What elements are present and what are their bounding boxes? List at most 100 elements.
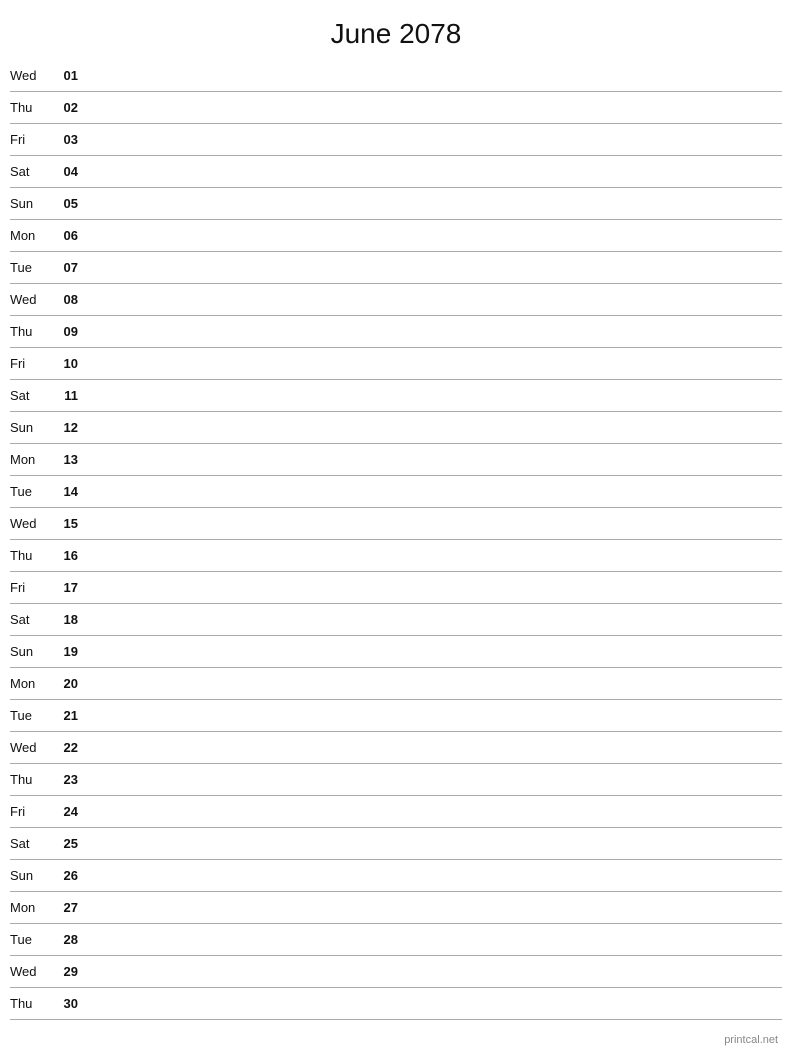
table-row: Tue07 — [10, 252, 782, 284]
day-line — [90, 811, 782, 812]
day-name: Thu — [10, 100, 50, 115]
day-line — [90, 171, 782, 172]
day-number: 13 — [50, 452, 78, 467]
table-row: Sun19 — [10, 636, 782, 668]
table-row: Sat11 — [10, 380, 782, 412]
day-line — [90, 299, 782, 300]
day-line — [90, 651, 782, 652]
day-number: 10 — [50, 356, 78, 371]
table-row: Wed15 — [10, 508, 782, 540]
day-number: 29 — [50, 964, 78, 979]
day-number: 15 — [50, 516, 78, 531]
table-row: Wed29 — [10, 956, 782, 988]
day-name: Wed — [10, 740, 50, 755]
day-name: Wed — [10, 964, 50, 979]
day-number: 26 — [50, 868, 78, 883]
day-number: 27 — [50, 900, 78, 915]
day-number: 11 — [50, 388, 78, 403]
day-number: 05 — [50, 196, 78, 211]
day-name: Thu — [10, 772, 50, 787]
day-line — [90, 107, 782, 108]
day-number: 03 — [50, 132, 78, 147]
day-name: Thu — [10, 996, 50, 1011]
table-row: Sat18 — [10, 604, 782, 636]
table-row: Tue14 — [10, 476, 782, 508]
day-number: 21 — [50, 708, 78, 723]
day-name: Mon — [10, 452, 50, 467]
day-number: 22 — [50, 740, 78, 755]
table-row: Sat04 — [10, 156, 782, 188]
day-name: Mon — [10, 676, 50, 691]
day-name: Tue — [10, 260, 50, 275]
day-line — [90, 491, 782, 492]
day-line — [90, 619, 782, 620]
day-line — [90, 683, 782, 684]
day-name: Tue — [10, 484, 50, 499]
day-line — [90, 875, 782, 876]
day-number: 04 — [50, 164, 78, 179]
day-name: Wed — [10, 292, 50, 307]
day-number: 23 — [50, 772, 78, 787]
day-number: 14 — [50, 484, 78, 499]
day-line — [90, 971, 782, 972]
table-row: Wed22 — [10, 732, 782, 764]
day-number: 12 — [50, 420, 78, 435]
calendar-grid: Wed01Thu02Fri03Sat04Sun05Mon06Tue07Wed08… — [0, 60, 792, 1020]
table-row: Thu23 — [10, 764, 782, 796]
day-name: Mon — [10, 228, 50, 243]
day-name: Sat — [10, 388, 50, 403]
day-line — [90, 139, 782, 140]
day-number: 02 — [50, 100, 78, 115]
table-row: Sun26 — [10, 860, 782, 892]
day-line — [90, 267, 782, 268]
table-row: Sun12 — [10, 412, 782, 444]
day-name: Fri — [10, 132, 50, 147]
table-row: Tue21 — [10, 700, 782, 732]
day-name: Tue — [10, 932, 50, 947]
day-name: Fri — [10, 356, 50, 371]
table-row: Wed08 — [10, 284, 782, 316]
table-row: Mon13 — [10, 444, 782, 476]
day-line — [90, 715, 782, 716]
table-row: Wed01 — [10, 60, 782, 92]
table-row: Mon27 — [10, 892, 782, 924]
day-name: Fri — [10, 804, 50, 819]
day-line — [90, 587, 782, 588]
day-name: Wed — [10, 68, 50, 83]
day-name: Thu — [10, 548, 50, 563]
table-row: Sat25 — [10, 828, 782, 860]
day-line — [90, 779, 782, 780]
table-row: Sun05 — [10, 188, 782, 220]
day-line — [90, 907, 782, 908]
page-title: June 2078 — [0, 0, 792, 60]
table-row: Mon20 — [10, 668, 782, 700]
day-number: 01 — [50, 68, 78, 83]
table-row: Fri17 — [10, 572, 782, 604]
day-name: Sun — [10, 196, 50, 211]
day-line — [90, 427, 782, 428]
day-number: 30 — [50, 996, 78, 1011]
day-line — [90, 363, 782, 364]
day-number: 25 — [50, 836, 78, 851]
day-number: 20 — [50, 676, 78, 691]
day-line — [90, 843, 782, 844]
day-line — [90, 75, 782, 76]
day-number: 06 — [50, 228, 78, 243]
day-name: Sat — [10, 836, 50, 851]
day-line — [90, 331, 782, 332]
day-line — [90, 459, 782, 460]
day-number: 24 — [50, 804, 78, 819]
table-row: Fri03 — [10, 124, 782, 156]
day-number: 09 — [50, 324, 78, 339]
day-name: Mon — [10, 900, 50, 915]
day-name: Sat — [10, 612, 50, 627]
day-name: Sun — [10, 868, 50, 883]
day-name: Tue — [10, 708, 50, 723]
day-number: 18 — [50, 612, 78, 627]
day-line — [90, 555, 782, 556]
watermark: printcal.net — [724, 1034, 778, 1046]
day-name: Fri — [10, 580, 50, 595]
table-row: Fri10 — [10, 348, 782, 380]
day-line — [90, 1003, 782, 1004]
day-number: 08 — [50, 292, 78, 307]
